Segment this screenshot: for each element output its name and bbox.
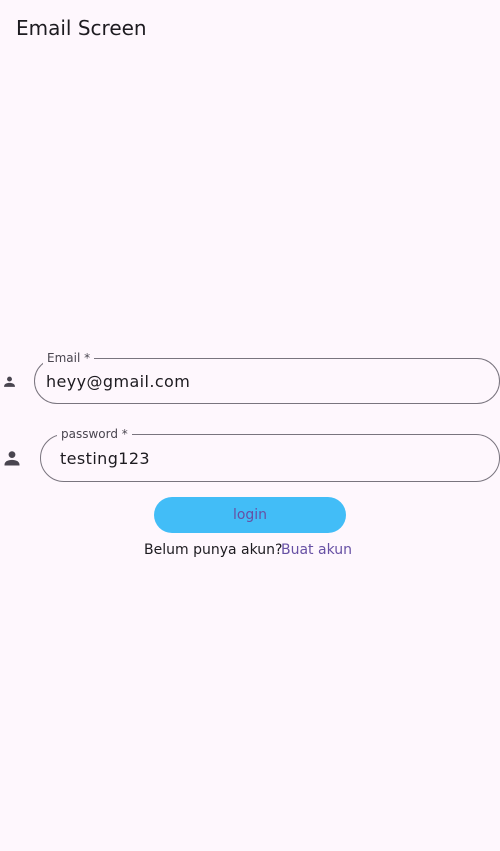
email-field-label: Email * [43, 350, 95, 366]
page-title: Email Screen [16, 16, 147, 40]
signup-line: Belum punya akun? Buat akun [0, 540, 500, 560]
password-field-label: password * [57, 426, 132, 442]
person-icon [4, 376, 15, 387]
app-bar: Email Screen [0, 0, 500, 56]
password-field[interactable]: password * testing123 [40, 426, 500, 482]
person-icon [4, 451, 20, 466]
login-button[interactable]: login [154, 497, 346, 533]
email-field-value[interactable]: heyy@gmail.com [46, 371, 190, 393]
email-field[interactable]: Email * heyy@gmail.com [34, 350, 500, 404]
password-field-row: password * testing123 [0, 426, 500, 482]
signup-link[interactable]: Buat akun [281, 540, 352, 560]
email-field-row: Email * heyy@gmail.com [0, 350, 500, 404]
password-field-value[interactable]: testing123 [60, 448, 150, 470]
signup-prompt: Belum punya akun? [144, 542, 283, 558]
